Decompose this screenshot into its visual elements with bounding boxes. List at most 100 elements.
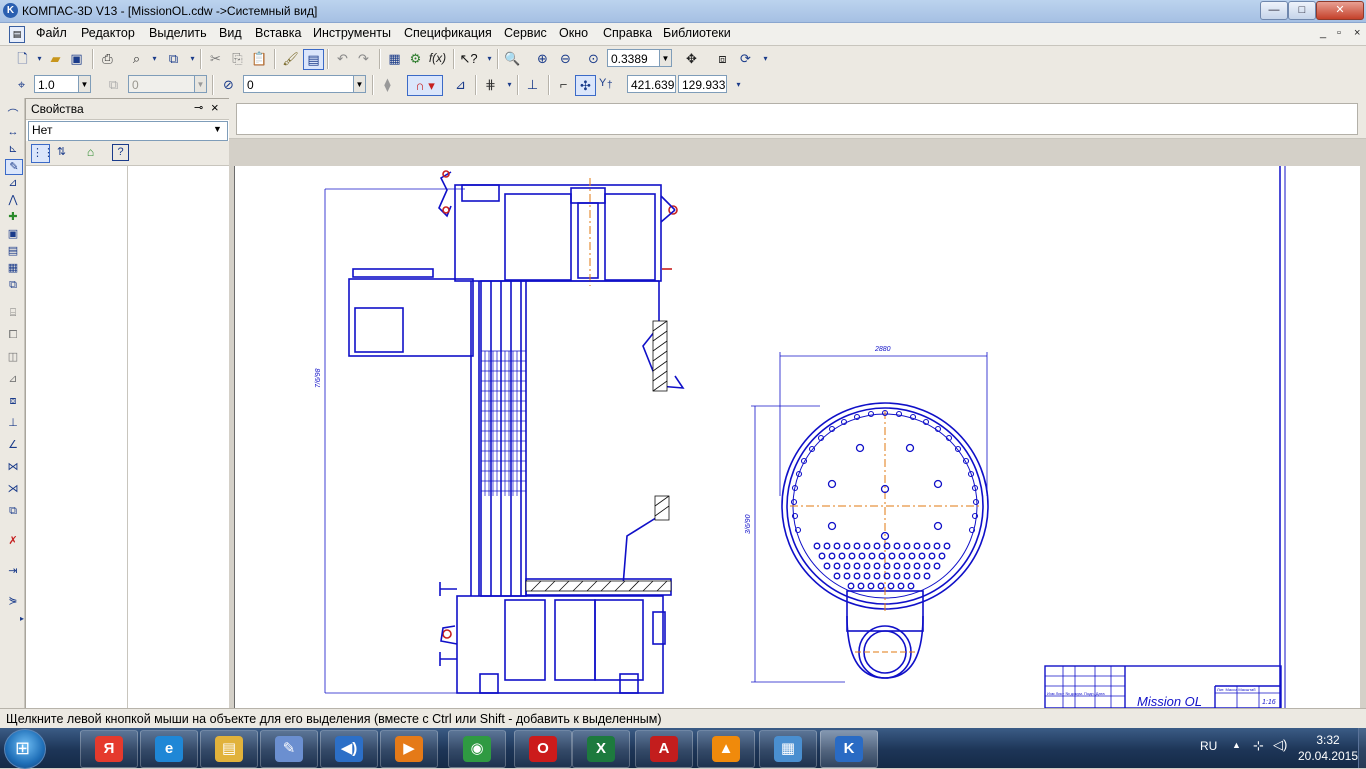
tool-6-icon[interactable]: ⊥	[5, 416, 21, 430]
delete-tool-icon[interactable]: ✗	[5, 534, 21, 548]
snap-magnet-icon[interactable]: ∩ ▾	[407, 75, 443, 96]
tool-12-icon[interactable]: ⋟	[5, 594, 21, 608]
select-dropdown-icon[interactable]: ▼	[213, 124, 222, 134]
menu-insert[interactable]: Вставка	[255, 26, 301, 40]
context-help-icon[interactable]: ↖?	[459, 49, 478, 68]
zoom-window-icon[interactable]: 🔍	[503, 49, 522, 68]
tool-4-icon[interactable]: ⊿	[5, 372, 21, 386]
mdi-minimize-button[interactable]: _	[1320, 27, 1326, 39]
taskbar-vlc-button[interactable]: ▲	[697, 730, 755, 768]
start-button[interactable]: ⊞	[4, 729, 46, 769]
menu-select[interactable]: Выделить	[149, 26, 207, 40]
menu-file[interactable]: Файл	[36, 26, 67, 40]
parametrization-icon[interactable]: ⊿	[5, 176, 21, 190]
menu-libraries[interactable]: Библиотеки	[663, 26, 731, 40]
zoom-in-icon[interactable]: ⊕	[533, 49, 552, 68]
view-field[interactable]: 0	[243, 75, 355, 93]
zoom-out-icon[interactable]: ⊖	[556, 49, 575, 68]
pan-icon[interactable]: ✥	[682, 49, 701, 68]
style-dropdown-icon[interactable]: ▼	[78, 75, 91, 93]
taskbar-acrobat-button[interactable]: A	[635, 730, 693, 768]
view-state-icon[interactable]: ⊘	[219, 75, 238, 94]
taskbar-video-player-button[interactable]: ▶	[380, 730, 438, 768]
layer-field[interactable]: 0	[128, 75, 196, 93]
redo-icon[interactable]: ↷	[354, 49, 373, 68]
menu-help[interactable]: Справка	[603, 26, 652, 40]
taskbar-paint-button[interactable]: ✎	[260, 730, 318, 768]
view-dropdown-icon[interactable]: ▾	[756, 49, 775, 68]
associative-views-icon[interactable]: ▣	[5, 227, 21, 241]
coordinate-system-icon[interactable]: ⊥	[523, 75, 542, 94]
tool-9-icon[interactable]: ⋊	[5, 482, 21, 496]
zoom-field[interactable]: 0.3389	[607, 49, 662, 67]
insert-icon[interactable]: ⧉	[5, 278, 21, 292]
spec-icon[interactable]: ▤	[5, 244, 21, 258]
selection-select[interactable]: Нет ▼	[28, 121, 228, 141]
format-brush-icon[interactable]: 🖌	[281, 49, 300, 68]
dimensions-icon[interactable]: ↔	[5, 125, 21, 139]
undo-icon[interactable]: ↶	[333, 49, 352, 68]
zoom-scale-icon[interactable]: ⊙	[584, 49, 603, 68]
mdi-close-button[interactable]: ×	[1354, 27, 1360, 39]
maximize-button[interactable]: □	[1288, 1, 1316, 20]
menu-tools[interactable]: Инструменты	[313, 26, 391, 40]
paste-icon[interactable]: 📋	[250, 49, 269, 68]
snap-local-icon[interactable]: ✣	[575, 75, 596, 96]
taskbar-kompas-button[interactable]: K	[820, 730, 878, 768]
layer-state-icon[interactable]: ⧉	[104, 75, 123, 94]
function-fx-icon[interactable]: f(x)	[428, 49, 447, 68]
taskbar-media-player-button[interactable]: ◀)	[320, 730, 378, 768]
ortho-icon[interactable]: ⊿	[451, 75, 470, 94]
print-preview-icon[interactable]: ⌕	[127, 49, 146, 68]
properties-toggle-icon[interactable]: ▤	[303, 49, 324, 70]
taskbar-control-panel-button[interactable]: ▦	[759, 730, 817, 768]
tool-1-icon[interactable]: ⌸	[5, 306, 21, 320]
taskbar-internet-explorer-button[interactable]: e	[140, 730, 198, 768]
style-field[interactable]: 1.0	[34, 75, 80, 93]
tool-7-icon[interactable]: ∠	[5, 438, 21, 452]
menu-view[interactable]: Вид	[219, 26, 242, 40]
show-desktop-button[interactable]	[1358, 728, 1366, 768]
grid-icon[interactable]: ⋕	[481, 75, 500, 94]
network-icon[interactable]: ⊹	[1253, 738, 1264, 754]
measure-icon[interactable]: ⋀	[5, 193, 21, 207]
tool-8-icon[interactable]: ⋈	[5, 460, 21, 474]
tray-expand-icon[interactable]: ▲	[1232, 740, 1241, 750]
taskbar-explorer-button[interactable]: ▤	[200, 730, 258, 768]
reports-icon[interactable]: ▦	[5, 261, 21, 275]
tool-2-icon[interactable]: ⧠	[5, 328, 21, 342]
language-indicator[interactable]: RU	[1200, 739, 1217, 753]
tool-3-icon[interactable]: ◫	[5, 350, 21, 364]
copy-icon[interactable]: ⎘	[228, 49, 247, 68]
taskbar-opera-button[interactable]: O	[514, 730, 572, 768]
taskbar-chrome-button[interactable]: ◉	[448, 730, 506, 768]
variables-icon[interactable]: ▦	[385, 49, 404, 68]
zoom-dropdown-icon[interactable]: ▼	[659, 49, 672, 67]
libraries-manager-icon[interactable]: ⚙	[406, 49, 425, 68]
local-cs-icon[interactable]: ⌖	[12, 75, 31, 94]
print-icon[interactable]: ⎙	[98, 49, 117, 68]
tool-10-icon[interactable]: ⧉	[5, 504, 21, 518]
tool-11-icon[interactable]: ⇥	[5, 564, 21, 578]
coord-dropdown-icon[interactable]: ▾	[729, 75, 748, 94]
manager-icon[interactable]: ⧉	[164, 49, 183, 68]
sort-icon[interactable]: ⇅	[53, 144, 70, 161]
menu-specification[interactable]: Спецификация	[404, 26, 492, 40]
taskbar-excel-button[interactable]: X	[572, 730, 630, 768]
volume-icon[interactable]: ◁)	[1273, 737, 1287, 753]
round-icon[interactable]: ⌐	[554, 75, 573, 94]
selection-icon[interactable]: ✚	[5, 210, 21, 224]
categorized-icon[interactable]: ⋮⋮	[31, 144, 54, 163]
pin-icon[interactable]: ⊸	[194, 101, 203, 114]
coordinate-y-field[interactable]: 129.933	[678, 75, 727, 93]
close-button[interactable]: ✕	[1316, 1, 1364, 20]
panel-close-icon[interactable]: ×	[211, 100, 219, 115]
layer-dropdown-icon[interactable]: ▼	[194, 75, 207, 93]
preview-dropdown-icon[interactable]: ▾	[145, 49, 164, 68]
show-all-icon[interactable]: ⧈	[713, 49, 732, 68]
edit-icon[interactable]: ✎	[5, 159, 23, 175]
help-icon[interactable]: ?	[112, 144, 129, 161]
geometry-icon[interactable]: ⌒	[5, 108, 21, 122]
cut-icon[interactable]: ✂	[206, 49, 225, 68]
document-icon[interactable]: ▤	[9, 26, 25, 43]
